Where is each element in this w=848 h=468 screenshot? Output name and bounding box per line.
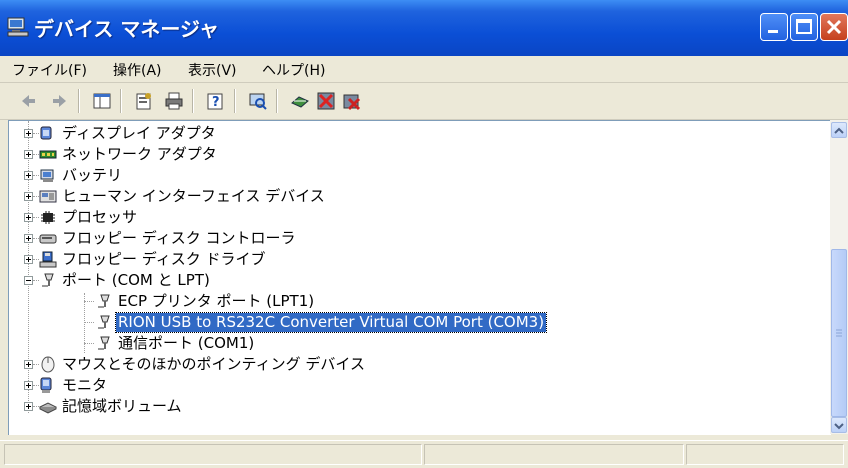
toolbar-separator [276,89,278,113]
chevron-down-icon [834,423,844,430]
minimize-icon [768,30,778,33]
minimize-button[interactable] [760,13,788,41]
svg-text:?: ? [212,95,220,110]
forward-icon[interactable] [50,91,70,111]
hid-icon [39,190,57,203]
toolbar: ? [0,83,848,120]
tree-item-label: ネットワーク アダプタ [62,145,217,163]
tree-item-label: ヒューマン インターフェイス デバイス [62,187,325,205]
update-driver-icon[interactable] [290,91,310,111]
back-icon[interactable] [18,91,38,111]
toolbar-separator [78,89,80,113]
uninstall-device-icon[interactable] [342,91,362,111]
menu-file[interactable]: ファイル(F) [12,60,87,80]
toolbar-separator [192,89,194,113]
display-adapter-icon [40,126,52,140]
toolbar-separator [234,89,236,113]
vertical-scrollbar[interactable] [830,120,848,434]
expand-icon[interactable] [24,360,33,369]
tree-item-label: モニタ [62,376,108,394]
window-title: デバイス マネージャ [34,17,219,41]
close-icon [826,19,842,35]
monitor-icon [40,377,52,393]
tree-item-label: ECP プリンタ ポート (LPT1) [118,292,315,310]
grip-icon [836,329,842,337]
menu-help[interactable]: ヘルプ(H) [262,60,325,80]
expand-icon[interactable] [24,171,33,180]
status-pane [424,444,684,465]
tree-item-label: バッテリ [62,166,123,184]
tree-item-label: プロセッサ [62,208,138,226]
status-pane [686,444,844,465]
print-icon[interactable] [164,91,184,111]
collapse-icon[interactable] [24,276,33,285]
status-pane [4,444,422,465]
storage-volume-icon [39,402,57,414]
port-icon [98,294,110,308]
expand-icon[interactable] [24,381,33,390]
tree-item-label: 通信ポート (COM1) [118,334,255,352]
device-manager-icon [7,17,29,37]
expand-icon[interactable] [24,402,33,411]
menu-view[interactable]: 表示(V) [188,60,237,80]
help-icon[interactable]: ? [206,91,226,111]
processor-icon [41,211,55,224]
scroll-thumb[interactable] [831,249,847,417]
expand-icon[interactable] [24,255,33,264]
tree-item-label: フロッピー ディスク ドライブ [62,250,266,268]
menu-bar: ファイル(F) 操作(A) 表示(V) ヘルプ(H) [0,56,848,83]
port-icon [42,273,54,287]
title-bar[interactable]: デバイス マネージャ [0,0,848,56]
device-manager-window: デバイス マネージャ ファイル(F) 操作(A) 表示(V) ヘルプ(H) ? [0,0,848,468]
disable-device-icon[interactable] [316,91,336,111]
menu-action[interactable]: 操作(A) [113,60,162,80]
tree-item-label-selected: RION USB to RS232C Converter Virtual COM… [114,312,548,333]
port-icon [98,315,110,329]
scroll-up-button[interactable] [831,122,847,138]
maximize-button[interactable] [790,13,818,41]
network-adapter-icon [39,150,57,159]
maximize-icon [796,19,812,34]
tree-line [84,293,85,353]
tree-item-label: 記憶域ボリューム [62,397,182,415]
properties-icon[interactable] [134,91,154,111]
scroll-down-button[interactable] [831,417,847,433]
floppy-drive-icon [39,251,57,268]
tree-item-label: ディスプレイ アダプタ [62,124,216,142]
toolbar-separator [120,89,122,113]
expand-icon[interactable] [24,192,33,201]
console-tree-icon[interactable] [92,91,112,111]
close-button[interactable] [820,13,848,41]
device-tree[interactable]: ディスプレイ アダプタ ネットワーク アダプタ バッテリ ヒューマン インターフ… [8,120,831,435]
mouse-icon [41,356,55,373]
tree-item-label: マウスとそのほかのポインティング デバイス [62,355,365,373]
expand-icon[interactable] [24,150,33,159]
expand-icon[interactable] [24,234,33,243]
chevron-up-icon [834,127,844,134]
battery-icon [40,169,54,182]
status-bar [0,440,848,468]
tree-item-label: フロッピー ディスク コントローラ [62,229,296,247]
port-icon [98,336,110,350]
tree-line [28,121,29,413]
floppy-controller-icon [39,234,57,244]
tree-item-label: ポート (COM と LPT) [62,271,210,289]
expand-icon[interactable] [24,129,33,138]
expand-icon[interactable] [24,213,33,222]
scan-hardware-icon[interactable] [248,91,268,111]
